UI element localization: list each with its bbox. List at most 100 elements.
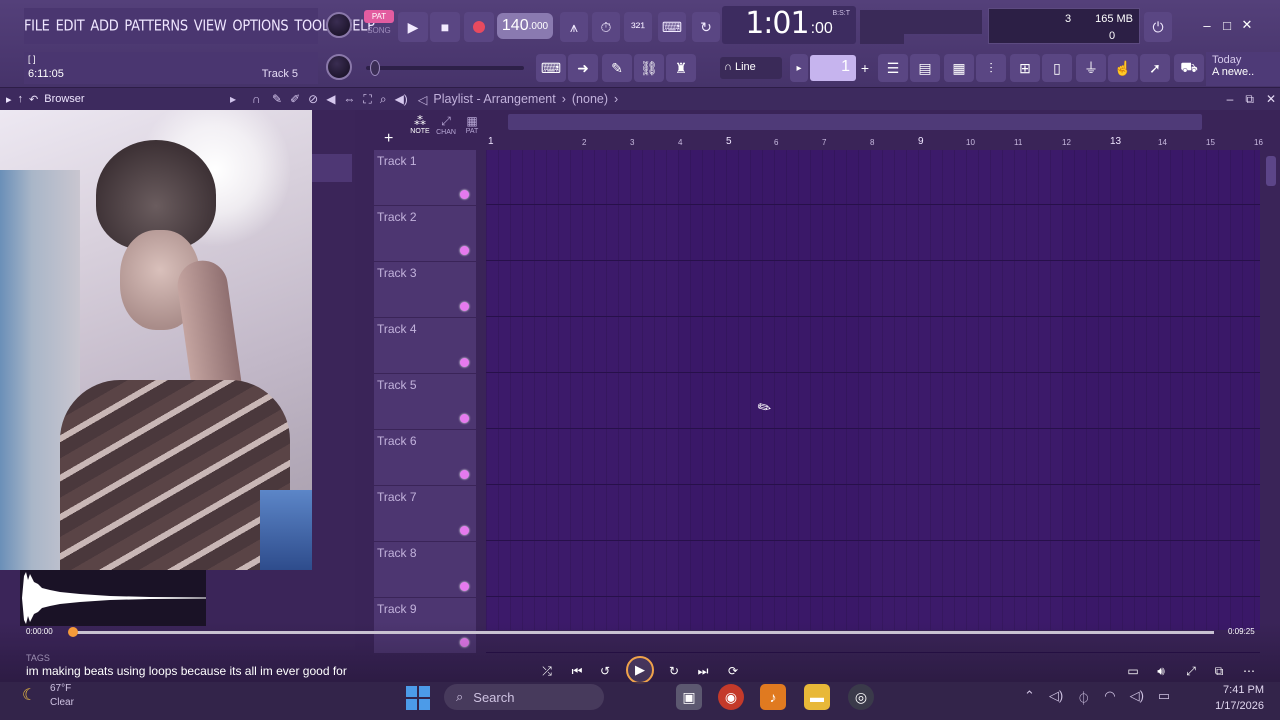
link-button[interactable]: ⛓ (634, 54, 664, 82)
menu-file[interactable]: FILE (24, 17, 50, 34)
plugin-picker-button[interactable]: ⏚ (1076, 54, 1106, 82)
volume-button[interactable]: 🔊︎ (1152, 662, 1170, 680)
paint-tool-icon[interactable]: ✐ (290, 92, 300, 107)
track-name[interactable]: Track 2 (377, 210, 417, 224)
file-explorer-app[interactable]: ▬ (804, 684, 830, 710)
video-play-button[interactable]: ▶ (626, 656, 654, 684)
track-mute-toggle[interactable] (460, 358, 469, 367)
browser-app[interactable]: ◉ (718, 684, 744, 710)
track-mute-toggle[interactable] (460, 414, 469, 423)
snap-selector[interactable]: ∩ Line (720, 57, 782, 79)
wifi-icon[interactable]: ◠ (1104, 688, 1115, 707)
playlist-pattern[interactable]: (none) (572, 92, 608, 106)
menu-options[interactable]: OPTIONS (232, 17, 288, 34)
track-name[interactable]: Track 4 (377, 322, 417, 336)
master-pitch-knob[interactable] (326, 54, 352, 80)
track-name[interactable]: Track 7 (377, 490, 417, 504)
shop-button[interactable]: ⛟ (1174, 54, 1204, 82)
forward-button[interactable]: ↻ (665, 662, 683, 680)
playback-tool-icon[interactable]: ◀) (395, 92, 408, 107)
pattern-selector[interactable]: 1 (810, 55, 856, 81)
track-name[interactable]: Track 1 (377, 154, 417, 168)
menu-edit[interactable]: EDIT (56, 17, 85, 34)
subtitles-button[interactable]: ▭ (1124, 662, 1142, 680)
microphone-icon[interactable]: ⏀ (1077, 688, 1090, 707)
task-view-button[interactable]: ▣ (676, 684, 702, 710)
mode-pat[interactable]: ▦ PAT (462, 114, 482, 136)
pattern-prev-button[interactable]: ▸ (790, 54, 808, 82)
pat-song-toggle[interactable]: PAT SONG (364, 10, 394, 40)
minimize-button[interactable]: – (1198, 16, 1216, 34)
playlist-vertical-scroll[interactable] (1262, 150, 1280, 630)
master-volume-knob[interactable] (326, 12, 352, 38)
project-button[interactable]: ▯ (1042, 54, 1072, 82)
channel-rack-button[interactable]: ▦ (944, 54, 974, 82)
shuffle-button[interactable]: ⤮ (538, 662, 556, 680)
expand-icon[interactable]: ▸ (6, 93, 12, 106)
stamp-button[interactable]: ♜ (666, 54, 696, 82)
master-slider[interactable] (366, 60, 524, 76)
slip-tool-icon[interactable]: ⇔ (343, 92, 355, 107)
menu-patterns[interactable]: PATTERNS (124, 17, 188, 34)
menu-add[interactable]: ADD (90, 17, 118, 34)
taskbar-clock[interactable]: 7:41 PM 1/17/2026 (1196, 682, 1264, 714)
rewind-button[interactable]: ↺ (596, 662, 614, 680)
slider-thumb[interactable] (370, 60, 380, 76)
next-button[interactable]: ⏭ (694, 662, 712, 680)
video-progress-knob[interactable] (68, 627, 78, 637)
wait-input-button[interactable]: ⏱ (592, 12, 620, 42)
playlist-grid[interactable] (486, 150, 1260, 653)
countdown-button[interactable]: ³²¹ (624, 12, 652, 42)
track-mute-toggle[interactable] (460, 246, 469, 255)
browser-button[interactable]: ⊞ (1010, 54, 1040, 82)
back-icon[interactable]: ↶ (29, 93, 38, 106)
previous-button[interactable]: ⏮ (568, 662, 586, 680)
video-progress-bar[interactable] (72, 631, 1214, 634)
track-name[interactable]: Track 3 (377, 266, 417, 280)
panic-button[interactable]: ⏻ (1144, 12, 1172, 42)
up-arrow-icon[interactable]: ↑ (18, 93, 24, 105)
chevron-up-icon[interactable]: ⌃ (1024, 688, 1035, 707)
chevron-right-icon[interactable]: ▸ (230, 92, 236, 106)
track-mute-toggle[interactable] (460, 470, 469, 479)
track-header[interactable]: Track 3 (374, 262, 476, 318)
play-button[interactable]: ▶ (398, 12, 428, 42)
track-name[interactable]: Track 6 (377, 434, 417, 448)
record-button[interactable] (464, 12, 494, 42)
battery-icon[interactable]: ▭ (1158, 688, 1170, 707)
track-mute-toggle[interactable] (460, 582, 469, 591)
metronome-button[interactable]: ⩚ (560, 12, 588, 42)
track-name[interactable]: Track 8 (377, 546, 417, 560)
track-header[interactable]: Track 4 (374, 318, 476, 374)
pencil-tool-button[interactable]: ✎ (602, 54, 632, 82)
zoom-tool-icon[interactable]: ⌕ (380, 92, 387, 107)
mute-tool-icon[interactable]: ◀ (326, 92, 335, 107)
volume-tray-icon[interactable]: ◁) (1130, 688, 1144, 707)
track-header[interactable]: Track 7 (374, 486, 476, 542)
mixer-button[interactable]: ⫶ (976, 54, 1006, 82)
repeat-button[interactable]: ⟳ (724, 662, 742, 680)
add-pattern-button[interactable]: + (858, 54, 872, 82)
touch-controller-button[interactable]: ☝ (1108, 54, 1138, 82)
browser-folder[interactable] (312, 154, 352, 182)
mode-note[interactable]: ⁂ NOTE (410, 114, 430, 136)
timeline-ruler[interactable]: 123456789101112131415161 (486, 134, 1263, 150)
fullscreen-button[interactable]: ⤢ (1182, 662, 1200, 680)
close-button[interactable]: ✕ (1238, 16, 1256, 34)
piano-roll-button[interactable]: ▤ (910, 54, 940, 82)
track-mute-toggle[interactable] (460, 526, 469, 535)
step-edit-button[interactable]: ⌨ (658, 12, 686, 42)
more-options-button[interactable]: ⋯ (1240, 662, 1258, 680)
obs-app[interactable]: ◎ (848, 684, 874, 710)
track-header[interactable]: Track 2 (374, 206, 476, 262)
tutorial-button[interactable]: ➚ (1140, 54, 1170, 82)
scroll-thumb[interactable] (1266, 156, 1276, 186)
track-mute-toggle[interactable] (460, 302, 469, 311)
song-position-display[interactable]: 1:01 :00 B:S:T (722, 6, 856, 44)
pencil-tool-icon[interactable]: ✎ (272, 92, 282, 107)
headphones-icon[interactable]: ∩ (252, 92, 261, 106)
maximize-button[interactable]: □ (1218, 16, 1236, 34)
taskbar-search[interactable]: ⌕ Search (444, 684, 604, 710)
miniplayer-button[interactable]: ⧉ (1210, 662, 1228, 680)
track-name[interactable]: Track 5 (377, 378, 417, 392)
